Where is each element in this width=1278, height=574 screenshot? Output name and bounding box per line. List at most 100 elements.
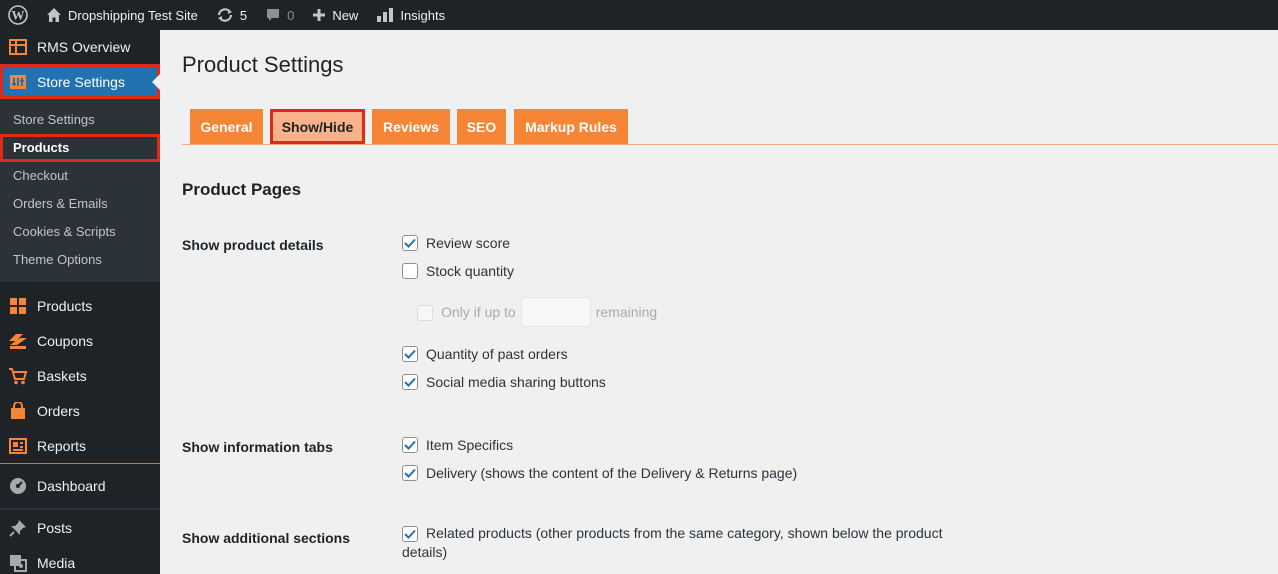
wordpress-icon: W	[8, 5, 28, 25]
menu-label: Dashboard	[37, 478, 106, 494]
section-title: Product Pages	[182, 180, 302, 199]
delivery-checkbox[interactable]	[402, 465, 418, 481]
menu-store-settings[interactable]: Store Settings	[0, 64, 160, 99]
show-information-tabs-label: Show information tabs	[182, 439, 333, 455]
home-icon	[47, 8, 61, 22]
updates-link[interactable]: 5	[207, 0, 256, 30]
past-orders-option[interactable]: Quantity of past orders	[402, 345, 568, 364]
menu-media[interactable]: Media	[0, 545, 160, 574]
checkmark-icon	[404, 529, 416, 539]
option-label: Social media sharing buttons	[426, 374, 606, 390]
site-name: Dropshipping Test Site	[68, 7, 198, 23]
submenu-orders-emails[interactable]: Orders & Emails	[0, 190, 160, 218]
tab-show-hide[interactable]: Show/Hide	[270, 109, 365, 144]
stock-quantity-option[interactable]: Stock quantity	[402, 262, 514, 281]
pushpin-icon	[8, 518, 28, 538]
comments-link[interactable]: 0	[256, 0, 303, 30]
submenu-cookies-scripts[interactable]: Cookies & Scripts	[0, 218, 160, 246]
item-specifics-option[interactable]: Item Specifics	[402, 436, 513, 455]
submenu-products[interactable]: Products	[0, 134, 160, 162]
tab-general[interactable]: General	[190, 109, 263, 144]
menu-dashboard[interactable]: Dashboard	[0, 464, 160, 508]
updates-count: 5	[239, 7, 248, 23]
stock-threshold-input[interactable]	[520, 297, 591, 327]
updates-icon	[217, 8, 232, 22]
checkmark-icon	[404, 468, 416, 478]
past-orders-checkbox[interactable]	[402, 346, 418, 362]
review-score-option[interactable]: Review score	[402, 234, 510, 253]
menu-label: Media	[37, 554, 76, 571]
new-label: New	[332, 7, 359, 23]
menu-label: RMS Overview	[37, 39, 131, 55]
social-sharing-option[interactable]: Social media sharing buttons	[402, 373, 606, 392]
plus-icon	[313, 9, 326, 21]
tab-reviews[interactable]: Reviews	[372, 109, 450, 144]
menu-label: Coupons	[37, 332, 94, 349]
show-additional-sections-label: Show additional sections	[182, 530, 351, 546]
option-label: Item Specifics	[426, 437, 514, 453]
submenu-checkout[interactable]: Checkout	[0, 162, 160, 190]
insights-link[interactable]: Insights	[367, 0, 454, 30]
stock-threshold-checkbox[interactable]	[417, 304, 433, 321]
insights-label: Insights	[400, 7, 446, 23]
option-label: Delivery (shows the content of the Deliv…	[426, 465, 798, 481]
admin-sidebar: RMS Overview Store Settings Store Settin…	[0, 30, 160, 574]
main-content: Product Settings General Show/Hide Revie…	[160, 30, 1278, 574]
delivery-option[interactable]: Delivery (shows the content of the Deliv…	[402, 464, 797, 483]
option-label: Review score	[426, 235, 511, 251]
stock-quantity-checkbox[interactable]	[402, 263, 418, 279]
menu-label: Store Settings	[37, 73, 125, 90]
menu-rms-overview[interactable]: RMS Overview	[0, 30, 160, 64]
wordpress-logo-button[interactable]: W	[0, 0, 37, 30]
comment-icon	[267, 9, 280, 21]
tab-seo[interactable]: SEO	[457, 109, 506, 144]
menu-reports[interactable]: Reports	[0, 428, 160, 463]
new-content-link[interactable]: New	[303, 0, 367, 30]
menu-label: Posts	[37, 519, 73, 536]
menu-posts[interactable]: Posts	[0, 510, 160, 545]
media-icon	[8, 553, 28, 573]
menu-products[interactable]: Products	[0, 288, 160, 323]
store-settings-submenu: Store Settings Products Checkout Orders …	[0, 99, 160, 282]
checkmark-icon	[404, 349, 416, 359]
checkmark-icon	[404, 238, 416, 248]
review-score-checkbox[interactable]	[402, 235, 418, 251]
menu-orders[interactable]: Orders	[0, 393, 160, 428]
dashboard-gauge-icon	[8, 476, 28, 496]
stock-threshold-option: Only if up to remaining	[417, 297, 657, 327]
submenu-theme-options[interactable]: Theme Options	[0, 246, 160, 274]
show-product-details-label: Show product details	[182, 237, 324, 253]
menu-baskets[interactable]: Baskets	[0, 358, 160, 393]
menu-coupons[interactable]: Coupons	[0, 323, 160, 358]
shopping-bag-icon	[8, 401, 28, 421]
bar-chart-icon	[377, 8, 394, 22]
cart-icon	[8, 366, 28, 386]
threshold-suffix: remaining	[595, 303, 658, 320]
related-products-option[interactable]: Related products (other products from th…	[402, 524, 982, 562]
page-title: Product Settings	[182, 52, 344, 77]
social-sharing-checkbox[interactable]	[402, 374, 418, 390]
coupon-icon	[8, 331, 28, 351]
submenu-store-settings[interactable]: Store Settings	[0, 106, 160, 134]
comments-count: 0	[287, 7, 295, 23]
related-products-checkbox[interactable]	[402, 526, 418, 542]
report-icon	[8, 436, 28, 456]
admin-bar: W Dropshipping Test Site 5 0 New Insight…	[0, 0, 1278, 30]
menu-label: Orders	[37, 402, 80, 419]
option-label: Stock quantity	[426, 263, 514, 279]
svg-text:W: W	[12, 8, 25, 23]
item-specifics-checkbox[interactable]	[402, 437, 418, 453]
store-settings-icon	[8, 72, 28, 92]
menu-label: Reports	[37, 437, 87, 454]
option-label: Related products (other products from th…	[402, 525, 943, 560]
threshold-prefix: Only if up to	[441, 303, 516, 320]
products-grid-icon	[8, 296, 28, 316]
menu-label: Products	[37, 297, 93, 314]
settings-tabs: General Show/Hide Reviews SEO Markup Rul…	[182, 109, 1278, 145]
menu-label: Baskets	[37, 367, 87, 384]
option-label: Quantity of past orders	[426, 346, 568, 362]
grid-table-icon	[8, 37, 28, 57]
checkmark-icon	[404, 377, 416, 387]
tab-markup-rules[interactable]: Markup Rules	[514, 109, 628, 144]
site-name-link[interactable]: Dropshipping Test Site	[37, 0, 207, 30]
